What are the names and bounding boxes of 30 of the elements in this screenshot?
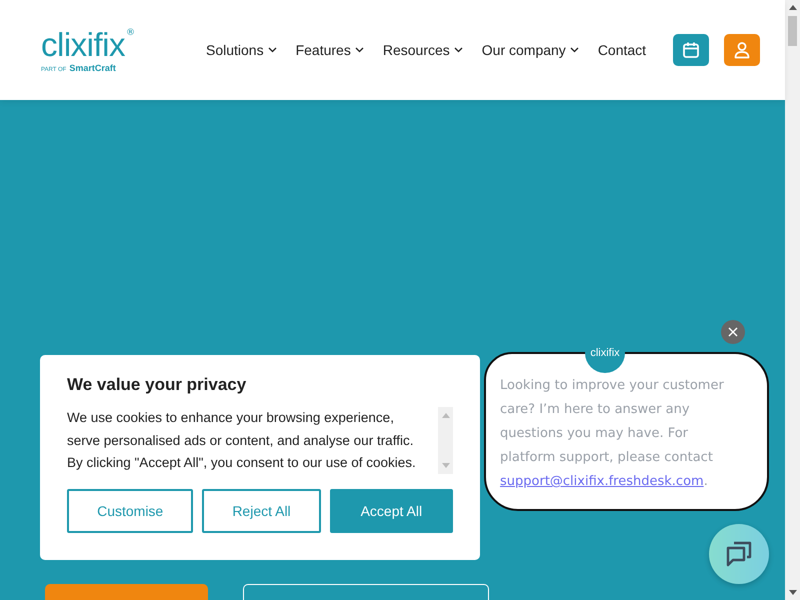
scroll-down-icon xyxy=(788,590,796,595)
nav-link[interactable]: Contact xyxy=(598,42,646,58)
logo-brand: SmartCraft xyxy=(69,62,116,72)
chat-icon xyxy=(725,540,753,568)
scroll-thumb[interactable] xyxy=(788,16,797,46)
close-icon xyxy=(728,327,738,337)
nav-link[interactable]: Features xyxy=(296,42,364,58)
cookie-text: We use cookies to enhance your browsing experience, serve personalised ads or content, and analyse our traffic. By clicking "Accept All", you consent to our use of cookies. xyxy=(67,409,417,472)
user-icon xyxy=(733,41,751,59)
registered-mark: ® xyxy=(126,28,135,38)
nav-link[interactable]: Solutions xyxy=(206,42,277,58)
nav-link[interactable]: Resources xyxy=(382,42,463,58)
chevron-down-icon xyxy=(570,47,579,53)
avatar-logo: clixifix xyxy=(590,347,620,359)
chat-message: Looking to improve your customer care? I’m here to answer any questions you may have. For platform support, please contact support@clixifix.freshdesk.com. xyxy=(500,377,725,491)
email-link[interactable]: support@clixifix.freshdesk.com xyxy=(500,474,704,489)
chevron-down-icon xyxy=(454,47,463,53)
scroll-down-icon xyxy=(442,463,450,468)
icon-button[interactable] xyxy=(673,34,709,66)
scrollbar[interactable] xyxy=(785,0,800,600)
chevron-down-icon xyxy=(354,47,364,53)
scroll-up-icon xyxy=(788,5,796,10)
icon-button[interactable] xyxy=(724,34,760,66)
calendar-icon xyxy=(682,41,700,59)
scroll-up-icon xyxy=(442,413,450,418)
cookie-title: We value your privacy xyxy=(67,375,248,395)
hero-button[interactable] xyxy=(243,584,489,600)
nav-link[interactable]: Our company xyxy=(482,42,579,58)
text-scrollbar[interactable] xyxy=(438,407,453,474)
chevron-down-icon xyxy=(268,47,277,53)
